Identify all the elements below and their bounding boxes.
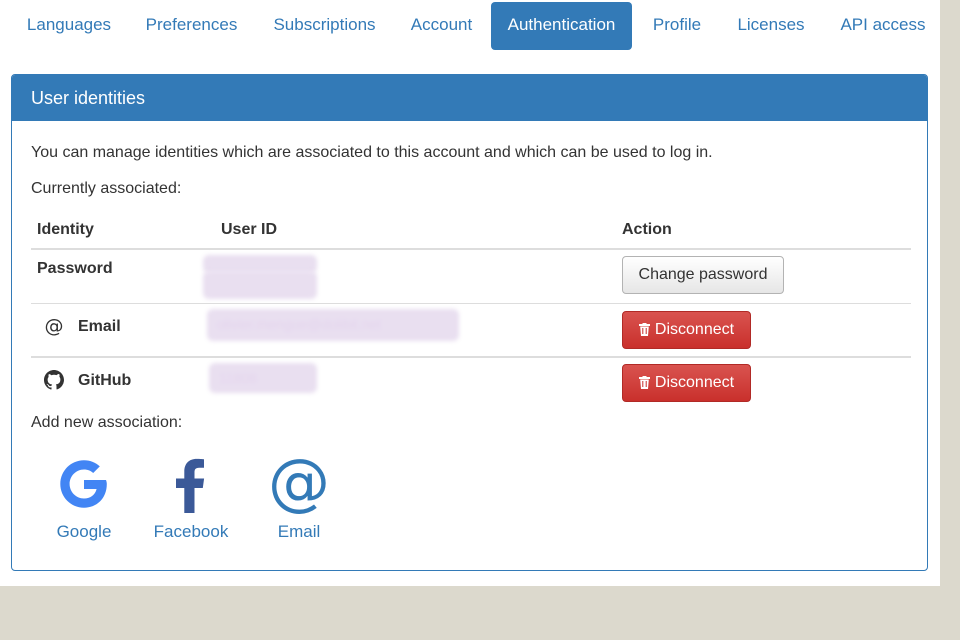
tab-subscriptions[interactable]: Subscriptions (258, 2, 391, 50)
provider-label: Email (277, 522, 321, 541)
svg-text:@: @ (45, 315, 64, 336)
disconnect-email-button[interactable]: Disconnect (622, 311, 751, 349)
identity-label: GitHub (78, 372, 132, 389)
identity-label: Password (37, 260, 113, 277)
user-identities-panel: User identities You can manage identitie… (11, 74, 928, 571)
trash-icon (638, 314, 650, 350)
add-facebook-button[interactable]: Facebook (152, 453, 230, 542)
intro-text: You can manage identities which are asso… (31, 144, 713, 161)
tab-api-access[interactable]: API access (826, 2, 940, 50)
add-email-button[interactable]: @ Email (260, 445, 338, 542)
identity-label: Email (78, 318, 121, 335)
disconnect-label: Disconnect (654, 321, 735, 338)
at-icon: @ (268, 445, 330, 519)
row-divider (31, 303, 911, 304)
tab-languages[interactable]: Languages (12, 2, 126, 50)
change-password-button[interactable]: Change password (622, 256, 784, 294)
svg-text:@: @ (268, 453, 330, 515)
column-header-action: Action (622, 221, 672, 238)
tab-account[interactable]: Account (398, 2, 485, 50)
trash-icon (638, 367, 650, 403)
currently-associated-label: Currently associated: (31, 180, 182, 197)
tab-bar: Languages Preferences Subscriptions Acco… (0, 0, 940, 52)
row-divider (31, 356, 911, 358)
tab-profile[interactable]: Profile (639, 2, 715, 50)
at-icon: @ (44, 314, 64, 341)
column-header-identity: Identity (37, 221, 94, 238)
tab-preferences[interactable]: Preferences (133, 2, 250, 50)
disconnect-github-button[interactable]: Disconnect (622, 364, 751, 402)
redacted-user-id: olivier.mengue@dolibit.net (207, 309, 459, 341)
column-header-user-id: User ID (221, 221, 278, 238)
add-new-association-label: Add new association: (31, 414, 183, 431)
disconnect-label: Disconnect (654, 374, 735, 391)
panel-title: User identities (12, 75, 927, 121)
page: Languages Preferences Subscriptions Acco… (0, 0, 940, 586)
github-icon (44, 370, 64, 395)
add-google-button[interactable]: Google (45, 453, 123, 542)
header-divider (31, 248, 911, 250)
provider-label: Facebook (153, 522, 229, 541)
tab-authentication[interactable]: Authentication (491, 2, 632, 50)
provider-label: Google (56, 522, 112, 541)
google-icon (53, 460, 115, 519)
redacted-user-id-part (203, 271, 317, 299)
facebook-icon (160, 458, 222, 519)
redacted-user-id: 11808 (209, 363, 317, 393)
tab-licenses[interactable]: Licenses (724, 2, 818, 50)
